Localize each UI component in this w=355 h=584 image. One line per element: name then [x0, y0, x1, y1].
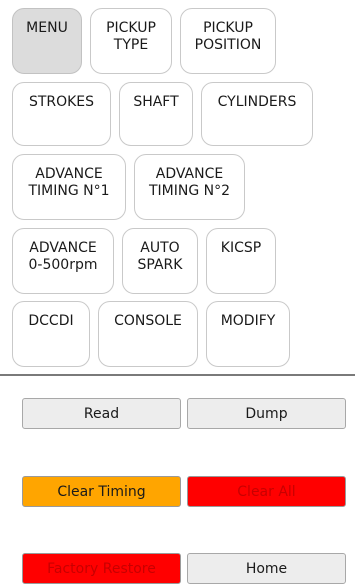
clear-timing-button[interactable]: Clear Timing	[22, 476, 181, 507]
modify-line-1: MODIFY	[220, 313, 276, 329]
advance-timing-2-tile[interactable]: ADVANCE TIMING N°2	[134, 154, 245, 220]
console-tile[interactable]: CONSOLE	[98, 301, 198, 367]
pickup-position-line-1: PICKUP	[203, 20, 253, 36]
pickup-type-line-1: PICKUP	[106, 20, 156, 36]
factory-restore-button[interactable]: Factory Restore	[22, 553, 181, 584]
advance-timing-2-line-2: TIMING N°2	[148, 183, 231, 199]
dccdi-line-1: DCCDI	[28, 313, 74, 329]
read-button-label: Read	[83, 405, 120, 422]
strokes-line-1: STROKES	[28, 94, 95, 110]
auto-spark-line-1: AUTO	[140, 240, 180, 256]
advance-timing-1-line-1: ADVANCE	[35, 166, 103, 182]
pickup-type-line-2: TYPE	[113, 37, 149, 53]
shaft-line-1: SHAFT	[133, 94, 179, 110]
clear-all-button-label: Clear All	[237, 483, 296, 500]
modify-tile[interactable]: MODIFY	[206, 301, 290, 367]
read-button[interactable]: Read	[22, 398, 181, 429]
menu-tile-line-1: MENU	[26, 20, 68, 36]
kicsp-line-1: KICSP	[220, 240, 262, 256]
pickup-type-tile[interactable]: PICKUP TYPE	[90, 8, 172, 74]
dump-button[interactable]: Dump	[187, 398, 346, 429]
cylinders-line-1: CYLINDERS	[217, 94, 297, 110]
clear-all-button[interactable]: Clear All	[187, 476, 346, 507]
auto-spark-tile[interactable]: AUTO SPARK	[122, 228, 198, 294]
home-button-label: Home	[245, 560, 288, 577]
section-divider	[0, 374, 355, 376]
auto-spark-line-2: SPARK	[137, 257, 183, 273]
dccdi-tile[interactable]: DCCDI	[12, 301, 90, 367]
advance-timing-2-line-1: ADVANCE	[155, 166, 224, 182]
clear-timing-button-label: Clear Timing	[57, 483, 146, 500]
cylinders-tile[interactable]: CYLINDERS	[201, 82, 313, 146]
home-button[interactable]: Home	[187, 553, 346, 584]
shaft-tile[interactable]: SHAFT	[119, 82, 193, 146]
advance-0-500rpm-line-2: 0-500rpm	[28, 257, 98, 273]
advance-timing-1-line-2: TIMING N°1	[28, 183, 110, 199]
pickup-position-line-2: POSITION	[194, 37, 262, 53]
console-line-1: CONSOLE	[114, 313, 182, 329]
advance-timing-1-tile[interactable]: ADVANCE TIMING N°1	[12, 154, 126, 220]
kicsp-tile[interactable]: KICSP	[206, 228, 276, 294]
factory-restore-button-label: Factory Restore	[47, 560, 156, 577]
advance-0-500rpm-tile[interactable]: ADVANCE 0-500rpm	[12, 228, 114, 294]
menu-tile[interactable]: MENU	[12, 8, 82, 74]
advance-0-500rpm-line-1: ADVANCE	[29, 240, 97, 256]
strokes-tile[interactable]: STROKES	[12, 82, 111, 146]
pickup-position-tile[interactable]: PICKUP POSITION	[180, 8, 276, 74]
dump-button-label: Dump	[245, 405, 288, 422]
